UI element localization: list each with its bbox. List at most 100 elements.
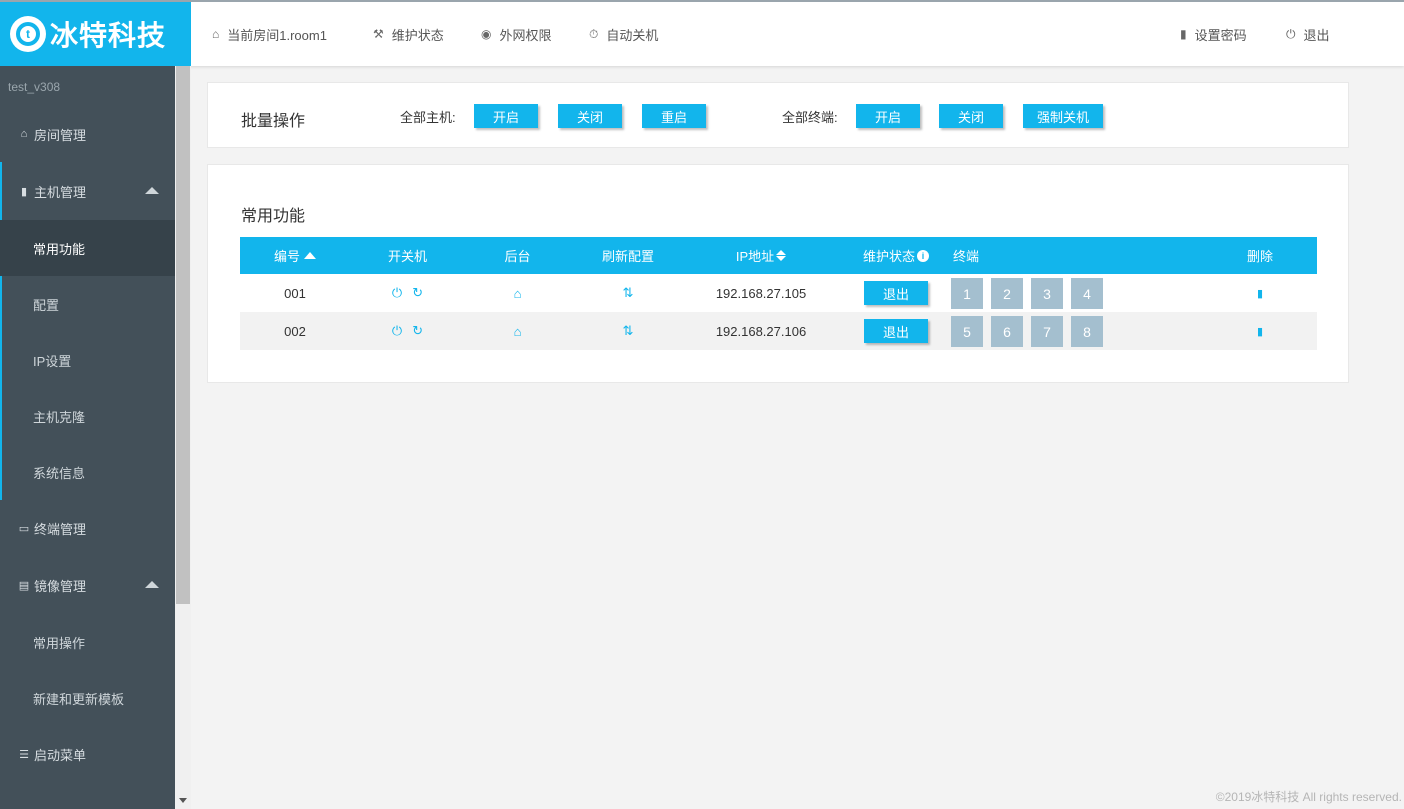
nav-logout[interactable]: ⏻ 退出	[1286, 2, 1330, 66]
sidebar-item-rooms[interactable]: ⌂ 房间管理	[0, 106, 175, 162]
sidebar-item-common-functions[interactable]: 常用功能	[0, 220, 175, 276]
wrench-icon: ⚒	[373, 27, 384, 41]
trash-icon[interactable]: ▮	[1257, 287, 1263, 300]
sidebar-item-label: 常用操作	[33, 635, 86, 651]
sidebar-item-boot-menu[interactable]: ☰ 启动菜单	[0, 726, 175, 782]
sidebar-item-label: 常用功能	[33, 241, 86, 257]
row-maintenance: 退出	[864, 312, 928, 350]
terminal-button[interactable]: 7	[1031, 316, 1063, 347]
home-icon[interactable]: ⌂	[514, 324, 522, 339]
table-row: 002 ⏻ ↻ ⌂ ⇅ 192.168.27.106 退出 5 6 7 8 ▮	[240, 312, 1317, 350]
sidebar-item-system-info[interactable]: 系统信息	[0, 444, 175, 500]
row-refresh: ⇅	[588, 312, 668, 350]
nav-current-room[interactable]: ⌂ 当前房间1.room1	[212, 2, 327, 66]
terminal-button[interactable]: 5	[951, 316, 983, 347]
nav-maintenance[interactable]: ⚒ 维护状态	[373, 2, 444, 66]
terminal-button[interactable]: 8	[1071, 316, 1103, 347]
row-maintenance: 退出	[864, 274, 928, 312]
column-terminals: 终端	[952, 249, 979, 264]
scroll-down-arrow-icon[interactable]	[179, 798, 187, 803]
terminal-button[interactable]: 4	[1071, 278, 1103, 309]
power-controls: ⏻ ↻	[370, 312, 445, 350]
column-delete: 删除	[1246, 249, 1273, 264]
refresh-icon[interactable]: ⇅	[623, 285, 634, 301]
sidebar-item-label: 系统信息	[33, 465, 86, 481]
nav-maintenance-label: 维护状态	[391, 27, 444, 43]
logo[interactable]: t 冰特科技	[0, 2, 191, 66]
terminals-shutdown-button[interactable]: 关闭	[939, 104, 1003, 128]
sidebar-item-label: 主机克隆	[33, 409, 86, 425]
footer-copyright: ©2019冰特科技 All rights reserved.	[1215, 790, 1402, 804]
hosts-shutdown-button[interactable]: 关闭	[558, 104, 622, 128]
sidebar-item-terminals[interactable]: ▭ 终端管理	[0, 500, 175, 556]
trash-icon[interactable]: ▮	[1257, 325, 1263, 338]
sidebar-scrollbar[interactable]	[175, 66, 191, 809]
sort-asc-icon	[304, 252, 316, 259]
logo-text: 冰特科技	[50, 19, 167, 52]
sidebar-item-templates[interactable]: 新建和更新模板	[0, 670, 175, 726]
power-icon[interactable]: ⏻	[392, 323, 402, 339]
sidebar-item-host-clone[interactable]: 主机克隆	[0, 388, 175, 444]
sidebar-item-label: 房间管理	[34, 127, 87, 143]
sidebar-item-ip-settings[interactable]: IP设置	[0, 332, 175, 388]
monitor-icon: ▭	[18, 522, 30, 535]
row-backend: ⌂	[485, 312, 550, 350]
lock-icon: ▮	[1180, 27, 1187, 41]
power-icon[interactable]: ⏻	[392, 285, 402, 301]
sidebar-item-label: 镜像管理	[34, 578, 87, 594]
refresh-icon[interactable]: ⇅	[623, 323, 634, 339]
database-icon: ▤	[18, 579, 30, 592]
hosts-table: 编号 开关机 后台 刷新配置 IP地址 维护状态 i 终端 删除 001 ⏻ ↻ …	[240, 237, 1317, 350]
sidebar-item-label: IP设置	[33, 353, 72, 369]
scrollbar-thumb[interactable]	[176, 66, 190, 604]
column-maintenance: 维护状态 i	[852, 237, 940, 274]
terminal-button[interactable]: 6	[991, 316, 1023, 347]
column-power: 开关机	[387, 249, 427, 264]
home-icon: ⌂	[20, 128, 28, 140]
restart-icon[interactable]: ↻	[412, 285, 423, 301]
row-delete: ▮	[1240, 312, 1280, 350]
caret-up-icon	[145, 187, 159, 194]
hosts-start-button[interactable]: 开启	[474, 104, 538, 128]
column-id[interactable]: 编号	[260, 237, 330, 274]
terminal-button[interactable]: 2	[991, 278, 1023, 309]
sort-icon	[776, 250, 787, 261]
home-icon: ⌂	[212, 27, 220, 41]
hosts-restart-button[interactable]: 重启	[642, 104, 706, 128]
timer-icon: ⏱	[589, 26, 599, 41]
row-delete: ▮	[1240, 274, 1280, 312]
row-id: 001	[284, 285, 306, 301]
nav-auto-shutdown[interactable]: ⏱ 自动关机	[589, 2, 658, 66]
column-ip[interactable]: IP地址	[720, 237, 802, 274]
terminal-button[interactable]: 3	[1031, 278, 1063, 309]
sidebar-item-images[interactable]: ▤ 镜像管理	[0, 557, 175, 613]
sidebar-item-label: 启动菜单	[34, 747, 87, 763]
server-icon: ▮	[20, 185, 28, 198]
sidebar-item-config[interactable]: 配置	[0, 276, 175, 332]
sidebar-item-hosts[interactable]: ▮ 主机管理	[0, 163, 175, 219]
column-refresh-config: 刷新配置	[601, 249, 654, 264]
row-ip: 192.168.27.105	[715, 285, 807, 301]
nav-internet-label: 外网权限	[499, 27, 552, 43]
sidebar-item-label: 主机管理	[34, 184, 87, 200]
all-hosts-label: 全部主机:	[400, 110, 456, 125]
info-icon[interactable]: i	[917, 249, 929, 262]
exit-maintenance-button[interactable]: 退出	[864, 281, 928, 305]
home-icon[interactable]: ⌂	[514, 286, 522, 301]
nav-internet[interactable]: ◉ 外网权限	[481, 2, 552, 66]
row-refresh: ⇅	[588, 274, 668, 312]
nav-set-password[interactable]: ▮ 设置密码	[1180, 2, 1247, 66]
table-row: 001 ⏻ ↻ ⌂ ⇅ 192.168.27.105 退出 1 2 3 4 ▮	[240, 274, 1317, 312]
exit-maintenance-button[interactable]: 退出	[864, 319, 928, 343]
row-id: 002	[284, 323, 306, 339]
nav-auto-shutdown-label: 自动关机	[606, 27, 659, 43]
terminals-start-button[interactable]: 开启	[856, 104, 920, 128]
restart-icon[interactable]: ↻	[412, 323, 423, 339]
terminal-button[interactable]: 1	[951, 278, 983, 309]
sidebar-item-common-operations[interactable]: 常用操作	[0, 614, 175, 670]
nav-set-password-label: 设置密码	[1194, 27, 1247, 43]
functions-title: 常用功能	[241, 208, 306, 225]
power-icon: ⏻	[1286, 26, 1296, 41]
sidebar-item-label: 终端管理	[34, 521, 87, 537]
terminals-force-shutdown-button[interactable]: 强制关机	[1023, 104, 1103, 128]
